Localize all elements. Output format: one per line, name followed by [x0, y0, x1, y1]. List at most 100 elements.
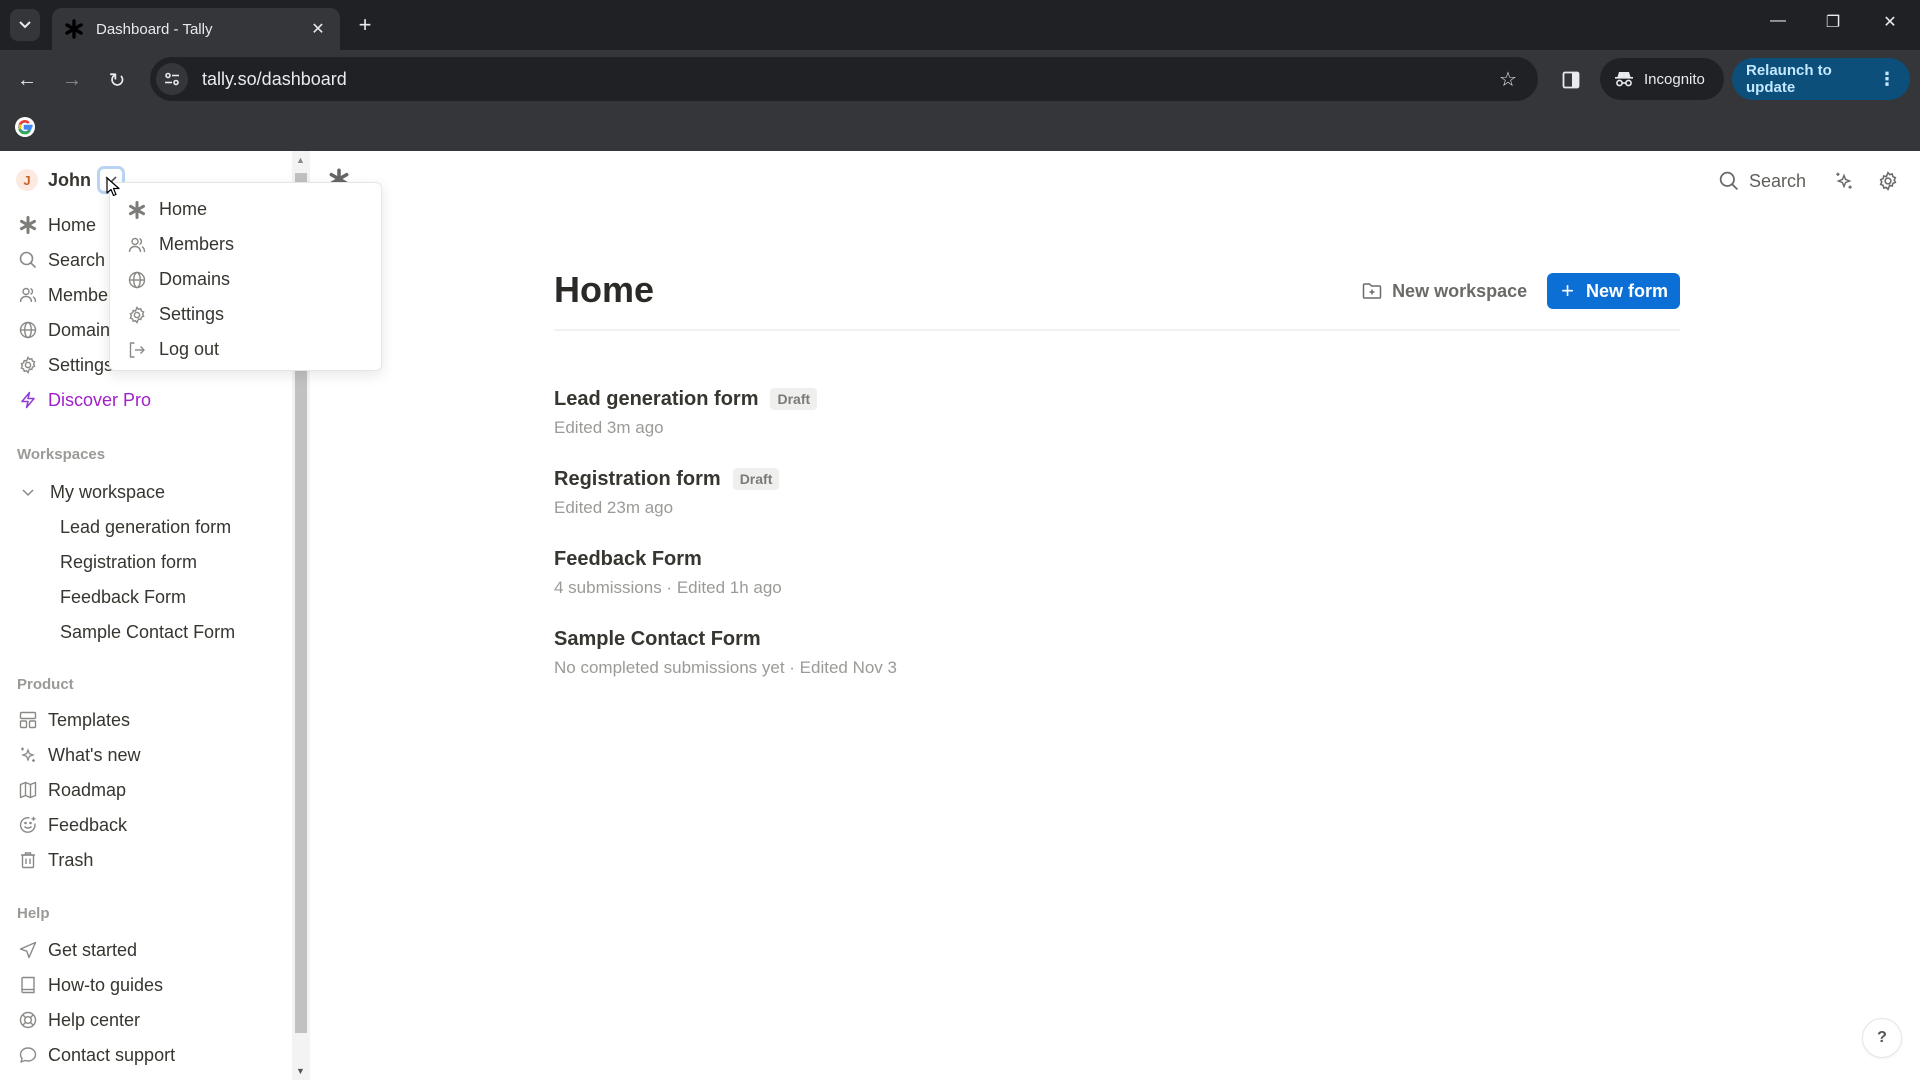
form-list-item[interactable]: Registration form Draft Edited 23m ago — [554, 465, 780, 518]
form-meta: No completed submissions yet · Edited No… — [554, 658, 897, 677]
help-button[interactable]: ? — [1862, 1018, 1902, 1058]
tab-close-icon[interactable]: ✕ — [308, 19, 328, 39]
sidebar-item-label: Trash — [48, 849, 94, 870]
sidebar-item-how-to-guides[interactable]: How-to guides — [18, 970, 163, 1000]
send-icon — [18, 940, 38, 960]
side-panel-icon[interactable] — [1556, 65, 1586, 95]
mouse-cursor-icon — [106, 177, 120, 202]
sidebar-item-discover-pro[interactable]: Discover Pro — [18, 385, 151, 415]
status-badge: Draft — [732, 468, 780, 490]
new-form-button[interactable]: + New form — [1547, 273, 1680, 309]
sidebar-item-label: Contact support — [48, 1044, 176, 1065]
sidebar-item-help-center[interactable]: Help center — [18, 1005, 140, 1035]
menu-item-log-out[interactable]: Log out — [110, 332, 381, 367]
lifebuoy-icon — [18, 1010, 38, 1030]
workspace-my-workspace[interactable]: My workspace — [18, 477, 165, 507]
workspace-name: My workspace — [50, 481, 166, 502]
help-section-label: Help — [17, 905, 50, 922]
menu-item-members[interactable]: Members — [110, 227, 381, 262]
new-workspace-button[interactable]: New workspace — [1362, 281, 1527, 302]
lightning-icon — [18, 390, 38, 410]
globe-icon — [127, 270, 147, 290]
sidebar-item-whats-new[interactable]: What's new — [18, 740, 140, 770]
new-tab-button[interactable]: + — [352, 12, 378, 38]
sidebar-item-feedback[interactable]: Feedback — [18, 810, 127, 840]
incognito-label: Incognito — [1644, 70, 1705, 88]
restore-icon[interactable]: ❐ — [1818, 12, 1848, 32]
top-search-button[interactable]: Search — [1719, 171, 1806, 192]
sidebar-item-members[interactable]: Members — [18, 280, 123, 310]
sidebar-item-label: Discover Pro — [48, 389, 152, 410]
form-title[interactable]: Feedback Form — [554, 548, 702, 571]
gear-icon — [18, 355, 38, 375]
back-icon[interactable]: ← — [12, 65, 42, 95]
bookmark-star-icon[interactable]: ☆ — [1492, 67, 1524, 92]
whats-new-button[interactable] — [1832, 169, 1856, 193]
workspace-form-item[interactable]: Sample Contact Form — [60, 617, 235, 647]
sidebar-item-label: Roadmap — [48, 779, 127, 800]
sidebar-item-trash[interactable]: Trash — [18, 845, 93, 875]
workspace-form-item[interactable]: Feedback Form — [60, 582, 186, 612]
avatar: J — [16, 169, 38, 191]
product-section-label: Product — [17, 676, 74, 693]
menu-item-label: Domains — [159, 269, 231, 289]
trash-icon — [18, 850, 38, 870]
minimize-icon[interactable]: — — [1763, 12, 1793, 30]
bookmarks-bar — [0, 108, 1920, 151]
sidebar-item-label: Home — [48, 214, 97, 235]
book-icon — [18, 975, 38, 995]
form-title[interactable]: Sample Contact Form — [554, 628, 761, 651]
form-title[interactable]: Lead generation form — [554, 388, 758, 411]
reload-icon[interactable]: ↻ — [102, 65, 132, 95]
sidebar-item-label: Get started — [48, 939, 138, 960]
settings-button[interactable] — [1876, 169, 1900, 193]
globe-icon — [18, 320, 38, 340]
sidebar-item-roadmap[interactable]: Roadmap — [18, 775, 126, 805]
menu-item-domains[interactable]: Domains — [110, 262, 381, 297]
form-list-item[interactable]: Sample Contact Form No completed submiss… — [554, 625, 897, 678]
chevron-down-icon[interactable] — [18, 485, 38, 500]
address-bar[interactable]: tally.so/dashboard ☆ — [150, 57, 1538, 101]
sidebar-item-contact-support[interactable]: Contact support — [18, 1040, 175, 1070]
menu-item-label: Log out — [159, 339, 220, 359]
asterisk-icon — [18, 215, 38, 235]
logout-icon — [127, 340, 147, 360]
map-icon — [18, 780, 38, 800]
site-info-icon[interactable] — [156, 63, 188, 95]
sidebar-item-search[interactable]: Search — [18, 245, 105, 275]
relaunch-label: Relaunch to update — [1746, 62, 1832, 96]
form-list-item[interactable]: Lead generation form Draft Edited 3m ago — [554, 385, 818, 438]
user-dropdown-menu: Home Members Domains Settings Log out — [109, 182, 382, 371]
incognito-indicator[interactable]: Incognito — [1600, 58, 1724, 100]
more-menu-icon[interactable]: ⋮ — [1878, 69, 1896, 90]
sidebar-item-label: Feedback — [48, 814, 128, 835]
forward-icon[interactable]: → — [57, 65, 87, 95]
sidebar-item-templates[interactable]: Templates — [18, 705, 130, 735]
folder-plus-icon — [1362, 283, 1382, 299]
sidebar-item-domains[interactable]: Domains — [18, 315, 119, 345]
asterisk-icon — [127, 200, 147, 220]
gear-icon — [127, 305, 147, 325]
menu-item-settings[interactable]: Settings — [110, 297, 381, 332]
chat-bubble-icon — [18, 1045, 38, 1065]
user-name[interactable]: John — [48, 170, 91, 191]
google-bookmark-icon[interactable] — [14, 116, 36, 138]
menu-item-home[interactable]: Home — [110, 192, 381, 227]
new-form-label: New form — [1585, 280, 1668, 301]
sidebar-item-get-started[interactable]: Get started — [18, 935, 137, 965]
workspace-form-item[interactable]: Lead generation form — [60, 512, 231, 542]
scroll-up-arrow-icon[interactable]: ▲ — [296, 155, 305, 165]
workspace-form-item[interactable]: Registration form — [60, 547, 197, 577]
sidebar-item-settings[interactable]: Settings — [18, 350, 113, 380]
form-list-item[interactable]: Feedback Form 4 submissions · Edited 1h … — [554, 545, 782, 598]
sidebar-item-home[interactable]: Home — [18, 210, 96, 240]
relaunch-to-update-button[interactable]: Relaunch to update ⋮ — [1732, 58, 1910, 100]
close-window-icon[interactable]: ✕ — [1875, 12, 1905, 32]
url-text[interactable]: tally.so/dashboard — [202, 69, 1492, 90]
tab-search-button[interactable] — [10, 9, 40, 41]
tally-dashboard: J John Home Search Members Domains Setti… — [0, 151, 1920, 1080]
browser-tab[interactable]: Dashboard - Tally ✕ — [52, 8, 340, 50]
sparkles-icon — [1836, 172, 1852, 189]
scroll-down-arrow-icon[interactable]: ▼ — [296, 1066, 305, 1076]
form-title[interactable]: Registration form — [554, 468, 721, 491]
